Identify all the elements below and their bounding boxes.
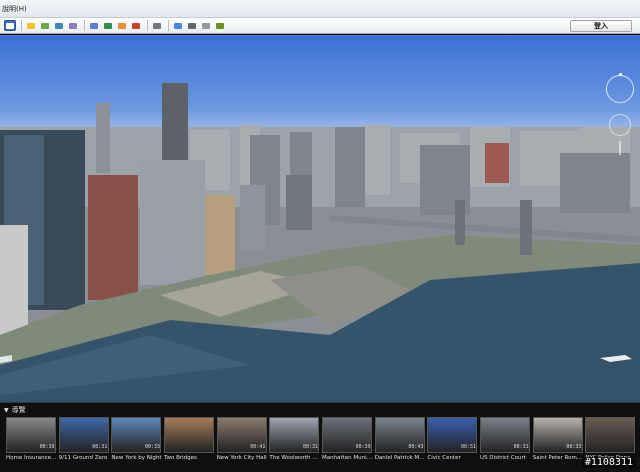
- login-button[interactable]: 登入: [570, 20, 632, 32]
- collapse-triangle-icon[interactable]: ▼: [4, 407, 9, 414]
- tour-thumbnail[interactable]: 00:39 Home Insurance Building: [4, 415, 58, 469]
- ruler-icon: [153, 22, 161, 29]
- planets-icon: [132, 22, 140, 29]
- sunlight-button[interactable]: [116, 20, 128, 31]
- tour-duration: 00:43: [408, 444, 424, 450]
- tour-title: US District Court: [480, 455, 526, 461]
- tour-title: Home Insurance Building: [6, 455, 58, 461]
- look-joystick[interactable]: [609, 114, 631, 136]
- toolbar-separator: [147, 20, 148, 31]
- placemark-button[interactable]: [25, 20, 37, 31]
- tour-duration: 00:31: [513, 444, 529, 450]
- tour-thumbnail-image: [585, 417, 636, 453]
- print-icon: [188, 22, 196, 29]
- toolbar-separator: [21, 20, 22, 31]
- tour-duration: 00:33: [144, 444, 161, 450]
- email-button[interactable]: [172, 20, 184, 31]
- tour-thumbnail[interactable]: 00:39 Manhattan Municipal Building: [320, 415, 374, 469]
- tour-duration: 00:41: [250, 444, 266, 450]
- toolbar-separator: [168, 20, 169, 31]
- tour-thumbnail[interactable]: 00:33 Saint Peter Roman Catholic: [531, 415, 585, 469]
- polygon-button[interactable]: [39, 20, 51, 31]
- tour-title: 9/11 Ground Zero: [58, 455, 108, 461]
- path-icon: [55, 22, 63, 29]
- sidebar-toggle-icon: [6, 22, 14, 29]
- planets-button[interactable]: [130, 20, 142, 31]
- menu-bar: 說明(H): [0, 0, 640, 18]
- tour-duration: 00:51: [460, 444, 477, 450]
- image-overlay-button[interactable]: [67, 20, 79, 31]
- menu-item-help[interactable]: 說明(H): [0, 0, 31, 18]
- tour-thumbnail[interactable]: 00:31 9/11 Ground Zero: [57, 415, 110, 469]
- tour-thumbnail[interactable]: 00:33 New York by Night: [109, 415, 162, 469]
- toolbar-separator: [84, 20, 85, 31]
- sunlight-icon: [118, 22, 126, 29]
- image-id-watermark: #1108311: [581, 457, 636, 468]
- tour-title: Civic Center: [427, 455, 461, 461]
- historical-imagery-icon: [104, 22, 112, 29]
- tour-duration: 00:39: [39, 444, 55, 450]
- polygon-icon: [41, 22, 49, 29]
- earth-3d-viewport[interactable]: [0, 35, 640, 402]
- tour-thumbnail-image: [164, 417, 215, 453]
- tour-panel-header[interactable]: ▼ 導覽: [4, 405, 26, 415]
- path-button[interactable]: [53, 20, 65, 31]
- save-image-icon: [202, 22, 210, 29]
- view-in-maps-icon: [216, 22, 224, 29]
- tour-thumbnail[interactable]: 00:31 US District Court: [478, 415, 531, 469]
- tour-panel-title: 導覽: [11, 406, 26, 414]
- save-image-button[interactable]: [200, 20, 212, 31]
- tour-panel: ▼ 導覽 00:39 Home Insurance Building 00:31 9/…: [0, 402, 640, 472]
- tour-thumbnail[interactable]: 00:31 The Woolworth Building: [267, 415, 322, 469]
- record-tour-button[interactable]: [88, 20, 100, 31]
- view-in-maps-button[interactable]: [214, 20, 226, 31]
- city-aerial-view: [0, 83, 640, 402]
- tour-title: New York by Night: [111, 455, 162, 461]
- zoom-slider[interactable]: [619, 141, 621, 155]
- tour-title: Two Bridges: [164, 455, 197, 461]
- tour-title: Manhattan Municipal Building: [322, 455, 374, 461]
- compass-control[interactable]: [606, 73, 634, 103]
- email-icon: [174, 22, 182, 29]
- historical-imagery-button[interactable]: [102, 20, 114, 31]
- tour-thumbnail[interactable]: 00:41 New York City Hall: [215, 415, 268, 469]
- print-button[interactable]: [186, 20, 198, 31]
- tour-thumbnail-strip: 00:39 Home Insurance Building 00:31 9/11 Gr…: [4, 415, 637, 469]
- placemark-icon: [27, 22, 35, 29]
- tour-duration: 00:33: [566, 444, 582, 450]
- tour-thumbnail[interactable]: 00:51 Civic Center: [425, 415, 478, 469]
- tour-title: The Woolworth Building: [269, 455, 322, 461]
- sidebar-toggle-button[interactable]: [4, 20, 16, 31]
- image-overlay-icon: [69, 22, 77, 29]
- ruler-button[interactable]: [151, 20, 163, 31]
- tour-thumbnail[interactable]: 00:43 Daniel Patrick Moynihan: [373, 415, 427, 469]
- tour-duration: 00:31: [92, 444, 108, 450]
- tour-duration: 00:31: [302, 444, 319, 450]
- tour-title: Daniel Patrick Moynihan: [374, 455, 427, 461]
- tour-title: Saint Peter Roman Catholic: [532, 455, 585, 461]
- tour-thumbnail[interactable]: Two Bridges: [162, 415, 215, 469]
- record-tour-icon: [90, 22, 98, 29]
- toolbar: 登入: [0, 18, 640, 34]
- tour-duration: 00:39: [355, 444, 371, 450]
- tour-title: New York City Hall: [216, 455, 267, 461]
